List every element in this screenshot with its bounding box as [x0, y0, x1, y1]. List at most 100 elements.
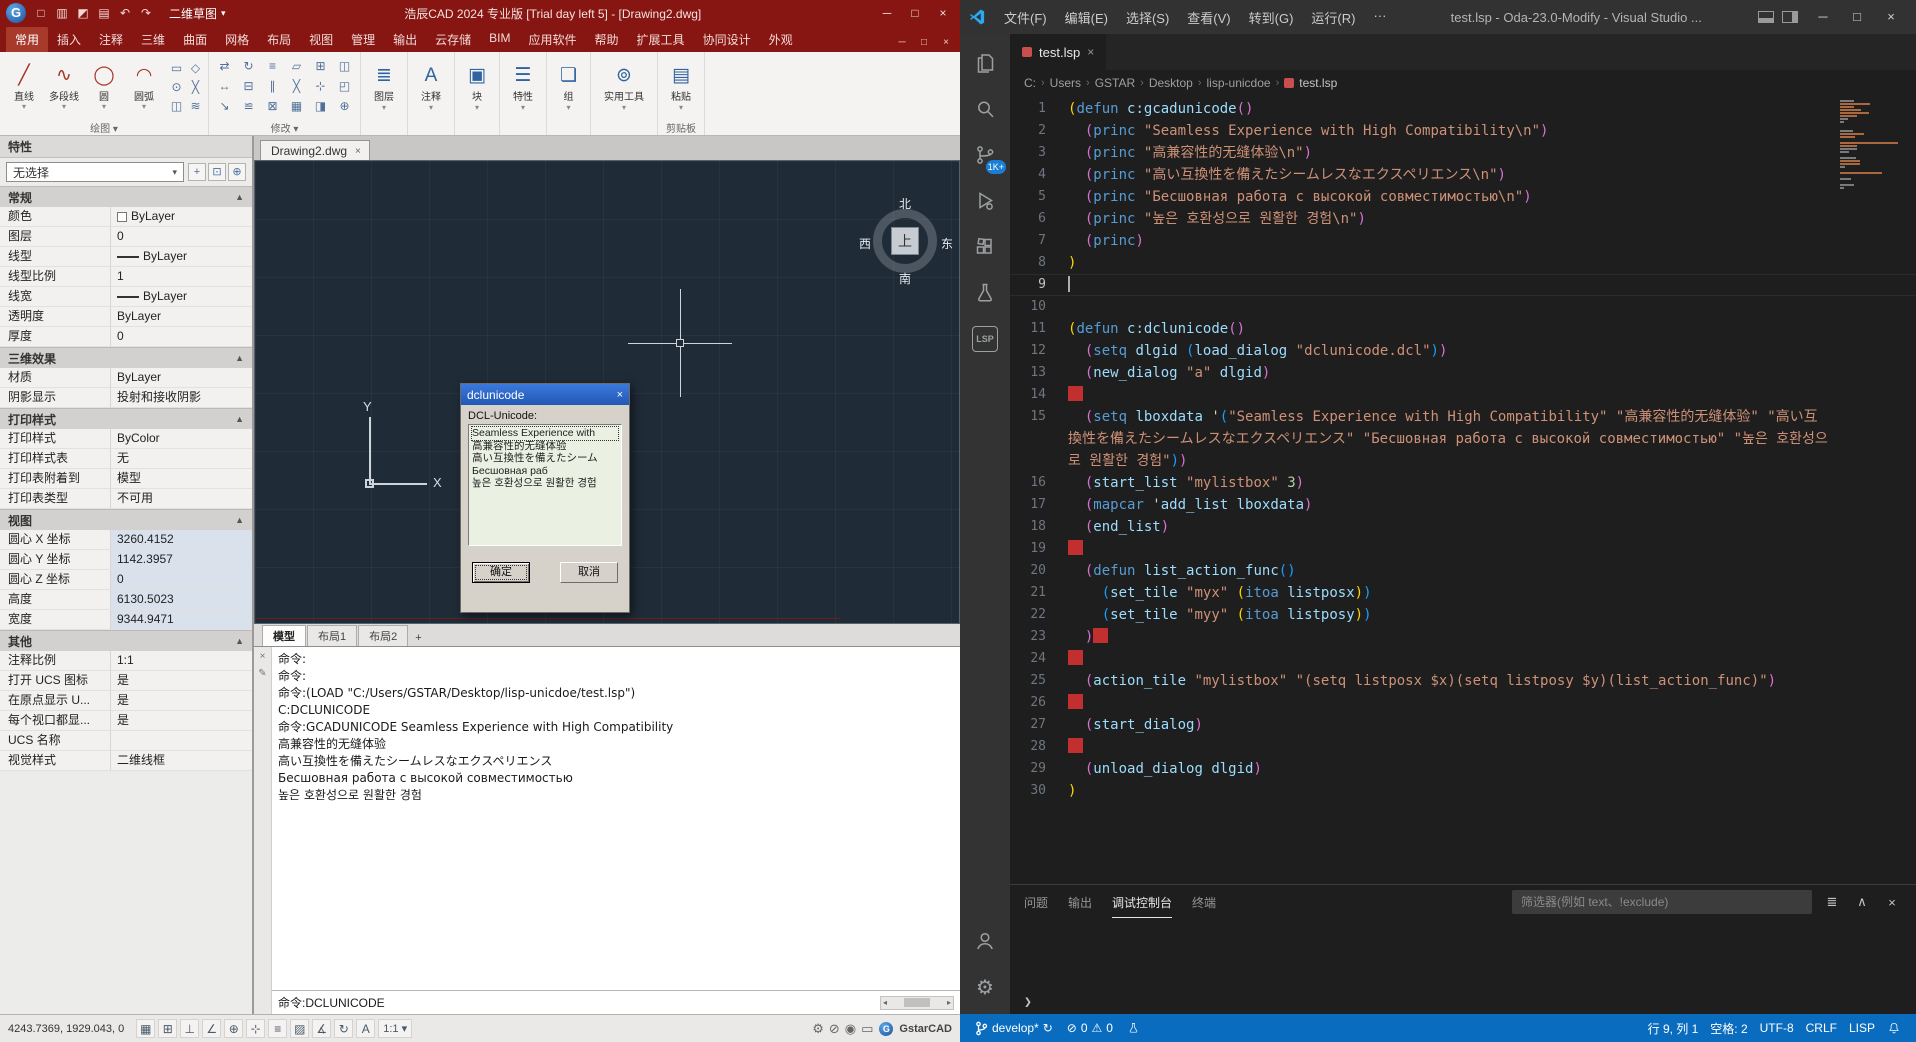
sync-icon[interactable]: ↻: [1043, 1021, 1053, 1035]
property-value[interactable]: 0: [110, 227, 252, 246]
annotation-scale[interactable]: 1:1 ▾: [378, 1019, 412, 1038]
workspace-switcher[interactable]: 二维草图 ▾: [163, 3, 232, 24]
ribbon-tab-插入[interactable]: 插入: [48, 27, 90, 52]
menu-转到(G)[interactable]: 转到(G): [1241, 4, 1302, 31]
code-line[interactable]: 10: [1010, 296, 1916, 318]
gstarcad-logo-icon[interactable]: G: [6, 3, 26, 23]
modify-tool-icon[interactable]: ◰: [333, 78, 356, 97]
ribbon-tab-布局[interactable]: 布局: [258, 27, 300, 52]
new-layout-button[interactable]: +: [409, 630, 427, 646]
code-line[interactable]: 24: [1010, 648, 1916, 670]
modify-tool-icon[interactable]: ⊹: [309, 78, 332, 97]
menu-运行(R)[interactable]: 运行(R): [1303, 4, 1363, 31]
section-header-打印样式[interactable]: 打印样式▲: [0, 408, 252, 429]
paste-panel[interactable]: ▤粘贴▾: [662, 55, 700, 120]
code-line[interactable]: 26: [1010, 692, 1916, 714]
section-header-三维效果[interactable]: 三维效果▲: [0, 347, 252, 368]
close-icon[interactable]: ×: [1087, 45, 1094, 59]
branch-indicator[interactable]: develop* ↻: [970, 1021, 1058, 1036]
properties-panel[interactable]: ☰特性▾: [504, 55, 542, 120]
modify-tool-icon[interactable]: ∥: [261, 78, 284, 97]
property-value[interactable]: 是: [110, 671, 252, 690]
property-value[interactable]: 投射和接收阴影: [110, 388, 252, 407]
modify-tool-icon[interactable]: ↻: [237, 58, 260, 77]
property-value[interactable]: ByColor: [110, 429, 252, 448]
block-panel[interactable]: ▣块▾: [459, 55, 495, 120]
code-line[interactable]: 4 (princ "高い互換性を備えたシームレスなエクスペリエンス\n"): [1010, 164, 1916, 186]
property-value[interactable]: 无: [110, 449, 252, 468]
ribbon-tab-协同设计[interactable]: 协同设计: [694, 27, 760, 52]
code-line[interactable]: 11(defun c:dclunicode(): [1010, 318, 1916, 340]
drawing-canvas[interactable]: Y X 北 西 东 南 上: [254, 160, 960, 624]
cycle-icon[interactable]: ↻: [334, 1019, 353, 1038]
draw-group-label[interactable]: 绘图 ▾: [4, 120, 204, 135]
unicode-listbox[interactable]: Seamless Experience with高兼容性的无缝体验高い互換性を備…: [468, 424, 622, 546]
code-line[interactable]: 1(defun c:gcadunicode(): [1010, 98, 1916, 120]
source-control-icon[interactable]: 1K+: [961, 132, 1009, 178]
modify-tool-icon[interactable]: ⊕: [333, 98, 356, 117]
ribbon-tab-输出[interactable]: 输出: [384, 27, 426, 52]
code-line[interactable]: 19: [1010, 538, 1916, 560]
polar-icon[interactable]: ∠: [202, 1019, 221, 1038]
listbox-item[interactable]: Бесшовная раб: [472, 465, 618, 478]
panel-tab-输出[interactable]: 输出: [1068, 886, 1092, 918]
code-line[interactable]: 6 (princ "높은 호환성으로 원활한 경험\n"): [1010, 208, 1916, 230]
code-line[interactable]: 28: [1010, 736, 1916, 758]
modify-tool-icon[interactable]: ≌: [237, 98, 260, 117]
annotation-icon[interactable]: A: [356, 1019, 375, 1038]
property-value[interactable]: [110, 731, 252, 750]
property-value[interactable]: 1:1: [110, 651, 252, 670]
property-value[interactable]: ByLayer: [110, 247, 252, 266]
code-line[interactable]: 30): [1010, 780, 1916, 802]
property-value[interactable]: 9344.9471: [110, 610, 252, 629]
modify-tool-icon[interactable]: ⇄: [213, 58, 236, 77]
menu-查看(V)[interactable]: 查看(V): [1179, 4, 1238, 31]
code-line[interactable]: 9: [1010, 274, 1916, 296]
property-value[interactable]: 1142.3957: [110, 550, 252, 569]
layers-panel[interactable]: ≣图层▾: [365, 55, 403, 120]
close-icon[interactable]: ×: [355, 146, 361, 157]
code-line[interactable]: 18 (end_list): [1010, 516, 1916, 538]
extensions-icon[interactable]: [961, 224, 1009, 270]
draw-tool-icon[interactable]: ╳: [187, 79, 204, 96]
code-line[interactable]: 15 (setq lboxdata '("Seamless Experience…: [1010, 406, 1916, 472]
modify-tool-icon[interactable]: ↔: [213, 78, 236, 97]
circle-tool[interactable]: ◯圆▾: [84, 55, 124, 120]
indentation-indicator[interactable]: 空格: 2: [1705, 1020, 1752, 1037]
menu-文件(F)[interactable]: 文件(F): [996, 4, 1055, 31]
run-indicator[interactable]: [1122, 1021, 1145, 1035]
ribbon-tab-管理[interactable]: 管理: [342, 27, 384, 52]
polyline-tool[interactable]: ∿多段线▾: [44, 55, 84, 120]
dialog-close-icon[interactable]: ×: [617, 389, 623, 401]
utilities-panel[interactable]: ⊚实用工具▾: [595, 55, 653, 120]
selection-dropdown[interactable]: 无选择 ▾: [6, 162, 184, 182]
minimize-button[interactable]: ─: [1806, 2, 1840, 32]
cancel-button[interactable]: 取消: [560, 562, 618, 583]
ribbon-tab-网格[interactable]: 网格: [216, 27, 258, 52]
transparency-icon[interactable]: ▨: [290, 1019, 309, 1038]
command-history[interactable]: 命令:命令:命令:(LOAD "C:/Users/GSTAR/Desktop/l…: [272, 647, 960, 990]
clean-screen-icon[interactable]: ▭: [861, 1021, 873, 1037]
property-value[interactable]: 0: [110, 570, 252, 589]
run-debug-icon[interactable]: [961, 178, 1009, 224]
property-value[interactable]: 1: [110, 267, 252, 286]
layout-tab-模型[interactable]: 模型: [262, 625, 306, 646]
draw-tool-icon[interactable]: ≋: [187, 98, 204, 115]
document-tab[interactable]: Drawing2.dwg ×: [260, 140, 370, 160]
account-icon[interactable]: [961, 918, 1009, 964]
osnap-icon[interactable]: ⊕: [224, 1019, 243, 1038]
ok-button[interactable]: 确定: [472, 562, 530, 583]
modify-tool-icon[interactable]: ▦: [285, 98, 308, 117]
property-value[interactable]: ByLayer: [110, 207, 252, 226]
property-value[interactable]: 6130.5023: [110, 590, 252, 609]
panel-tab-终端[interactable]: 终端: [1192, 886, 1216, 918]
property-value[interactable]: 是: [110, 691, 252, 710]
property-value[interactable]: ByLayer: [110, 287, 252, 306]
property-value[interactable]: 不可用: [110, 489, 252, 508]
modify-tool-icon[interactable]: ⊠: [261, 98, 284, 117]
dynamic-input-icon[interactable]: ∡: [312, 1019, 331, 1038]
layout-tab-布局2[interactable]: 布局2: [358, 625, 408, 646]
breadcrumb-item[interactable]: test.lsp: [1284, 76, 1337, 90]
eol-indicator[interactable]: CRLF: [1801, 1021, 1842, 1035]
section-header-常规[interactable]: 常规▲: [0, 186, 252, 207]
